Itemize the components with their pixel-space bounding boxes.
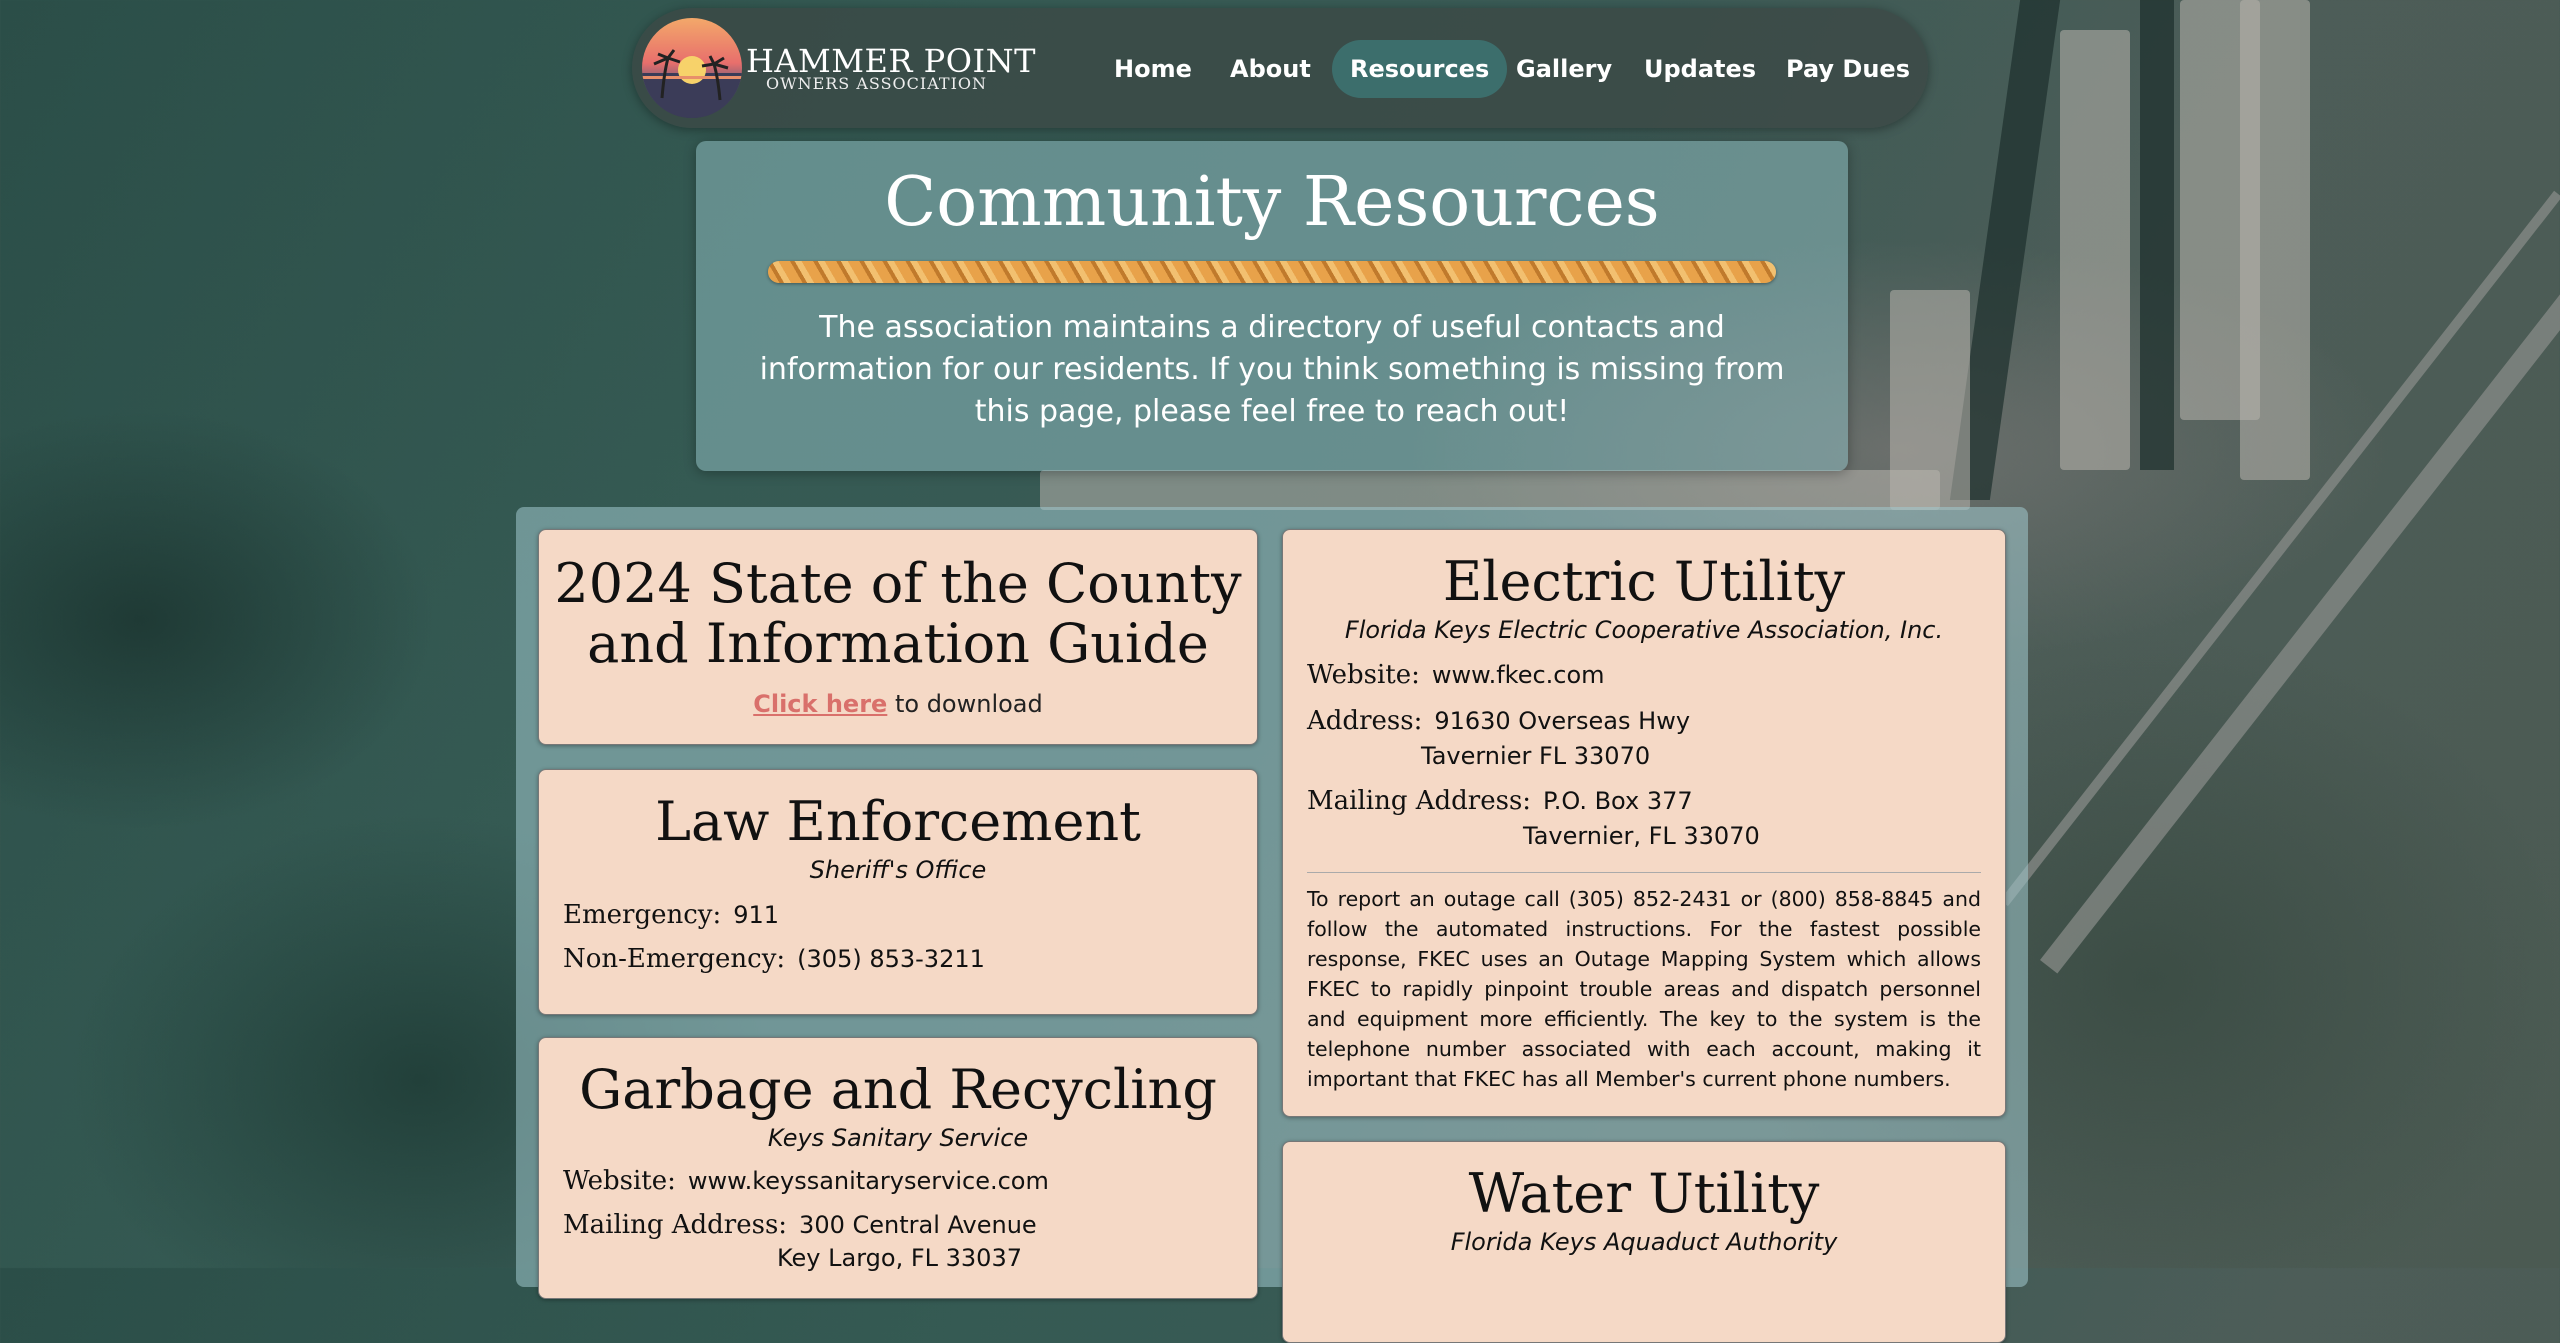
hero-text: The association maintains a directory of… bbox=[759, 310, 1785, 429]
garbage-website-value[interactable]: www.keyssanitaryservice.com bbox=[688, 1167, 1049, 1195]
water-card: Water Utility Florida Keys Aquaduct Auth… bbox=[1282, 1141, 2006, 1343]
water-subtitle: Florida Keys Aquaduct Authority bbox=[1450, 1228, 1838, 1256]
electric-mailing-line1: P.O. Box 377 bbox=[1543, 787, 1693, 815]
water-title: Water Utility bbox=[1468, 1162, 1820, 1225]
law-emergency-row: Emergency: 911 bbox=[563, 900, 779, 930]
nav-pay-dues[interactable]: Pay Dues bbox=[1768, 40, 1928, 98]
law-nonemergency-label: Non-Emergency: bbox=[563, 944, 786, 974]
electric-address-line2: Tavernier FL 33070 bbox=[1421, 742, 1651, 770]
top-nav: HAMMER POINT OWNERS ASSOCIATION Home Abo… bbox=[632, 8, 1928, 128]
guide-download: Click here to download bbox=[539, 690, 1257, 718]
electric-divider bbox=[1307, 872, 1981, 873]
garbage-mailing-label: Mailing Address: bbox=[563, 1210, 788, 1240]
garbage-website-row: Website: www.keyssanitaryservice.com bbox=[563, 1166, 1049, 1196]
law-emergency-label: Emergency: bbox=[563, 900, 722, 930]
electric-website-row: Website: www.fkec.com bbox=[1307, 660, 1605, 690]
guide-title-line2: and Information Guide bbox=[587, 612, 1209, 675]
nav-resources[interactable]: Resources bbox=[1332, 40, 1508, 98]
electric-mailing-row: Mailing Address: P.O. Box 377 bbox=[1307, 786, 1693, 816]
electric-mailing-label: Mailing Address: bbox=[1307, 786, 1532, 816]
electric-website-label: Website: bbox=[1307, 660, 1420, 690]
nav-home[interactable]: Home bbox=[1096, 40, 1210, 98]
garbage-subtitle: Keys Sanitary Service bbox=[767, 1124, 1029, 1152]
guide-download-link[interactable]: Click here bbox=[753, 690, 887, 718]
electric-address-row: Address: 91630 Overseas Hwy bbox=[1307, 706, 1690, 736]
electric-title: Electric Utility bbox=[1442, 550, 1846, 613]
guide-title-line1: 2024 State of the County bbox=[554, 552, 1242, 615]
logo-icon[interactable] bbox=[642, 18, 742, 118]
law-title: Law Enforcement bbox=[655, 790, 1141, 853]
law-emergency-value: 911 bbox=[733, 901, 780, 929]
electric-address-label: Address: bbox=[1307, 706, 1423, 736]
law-nonemergency-row: Non-Emergency: (305) 853-3211 bbox=[563, 944, 985, 974]
garbage-website-label: Website: bbox=[563, 1166, 676, 1196]
electric-website-value[interactable]: www.fkec.com bbox=[1432, 661, 1605, 689]
guide-download-suffix: to download bbox=[894, 690, 1043, 718]
law-subtitle: Sheriff's Office bbox=[809, 856, 987, 884]
nav-about[interactable]: About bbox=[1212, 40, 1329, 98]
nav-updates[interactable]: Updates bbox=[1626, 40, 1774, 98]
rope-divider bbox=[768, 261, 1776, 283]
guide-card: 2024 State of the County and Information… bbox=[538, 529, 1258, 745]
garbage-title: Garbage and Recycling bbox=[579, 1058, 1217, 1121]
law-enforcement-card: Law Enforcement Sheriff's Office Emergen… bbox=[538, 769, 1258, 1015]
electric-mailing-line2: Tavernier, FL 33070 bbox=[1523, 822, 1760, 850]
resources-panel: 2024 State of the County and Information… bbox=[516, 507, 2028, 1343]
page-title: Community Resources bbox=[884, 163, 1660, 242]
electric-card: Electric Utility Florida Keys Electric C… bbox=[1282, 529, 2006, 1117]
garbage-mailing-row: Mailing Address: 300 Central Avenue bbox=[563, 1210, 1037, 1240]
electric-address-line1: 91630 Overseas Hwy bbox=[1434, 707, 1691, 735]
electric-subtitle: Florida Keys Electric Cooperative Associ… bbox=[1344, 616, 1944, 644]
brand-subtitle: OWNERS ASSOCIATION bbox=[766, 74, 987, 93]
garbage-mailing-line1: 300 Central Avenue bbox=[799, 1211, 1037, 1239]
electric-outage-text: To report an outage call (305) 852-2431 … bbox=[1307, 887, 1981, 1091]
garbage-card: Garbage and Recycling Keys Sanitary Serv… bbox=[538, 1037, 1258, 1299]
hero-banner: Community Resources The association main… bbox=[696, 141, 1848, 471]
law-nonemergency-value: (305) 853-3211 bbox=[797, 945, 985, 973]
nav-gallery[interactable]: Gallery bbox=[1498, 40, 1630, 98]
